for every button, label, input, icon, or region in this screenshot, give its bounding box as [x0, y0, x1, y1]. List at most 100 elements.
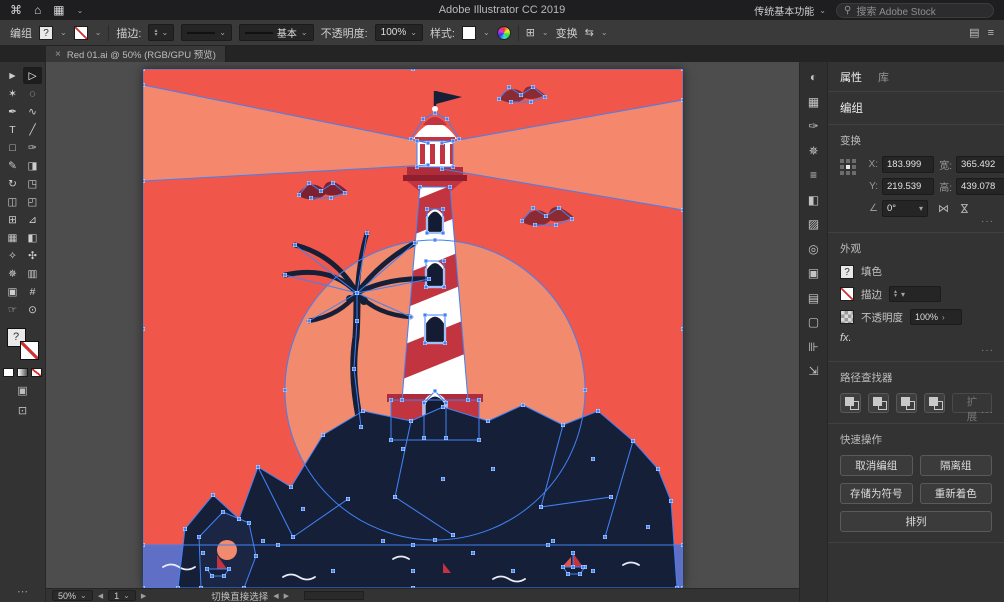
- tab-libraries[interactable]: 库: [878, 69, 889, 85]
- anchor-point[interactable]: [609, 495, 613, 499]
- brush-definition-dropdown[interactable]: 基本 ⌄: [239, 24, 314, 41]
- anchor-point[interactable]: [143, 69, 145, 71]
- anchor-point[interactable]: [596, 409, 600, 413]
- anchor-point[interactable]: [533, 223, 537, 227]
- anchor-point[interactable]: [321, 433, 325, 437]
- ungroup-button[interactable]: 取消编组: [840, 455, 913, 476]
- flip-horizontal-icon[interactable]: ⋈: [938, 202, 949, 215]
- anchor-point[interactable]: [477, 438, 481, 442]
- pencil-tool[interactable]: ✎: [3, 157, 22, 174]
- anchor-point[interactable]: [591, 457, 595, 461]
- anchor-point[interactable]: [631, 439, 635, 443]
- anchor-point[interactable]: [646, 525, 650, 529]
- anchor-point[interactable]: [571, 551, 575, 555]
- layers-panel-icon[interactable]: ▤: [808, 291, 819, 305]
- status-prev-icon[interactable]: ◀: [273, 592, 278, 600]
- align-grid-icon[interactable]: ⊞: [526, 26, 535, 39]
- symbol-sprayer-tool[interactable]: ✵: [3, 265, 22, 282]
- anchor-point[interactable]: [222, 574, 226, 578]
- status-next-icon[interactable]: ▶: [284, 592, 289, 600]
- anchor-point[interactable]: [457, 137, 461, 141]
- pathfinder-minus-front-button[interactable]: [868, 393, 889, 413]
- anchor-point[interactable]: [415, 139, 419, 143]
- anchor-point[interactable]: [551, 539, 555, 543]
- pathfinder-intersect-button[interactable]: [896, 393, 917, 413]
- width-field[interactable]: 365.492: [956, 156, 1004, 173]
- anchor-point[interactable]: [197, 535, 201, 539]
- align-panel-icon[interactable]: ⊪: [808, 340, 818, 354]
- anchor-point[interactable]: [283, 273, 287, 277]
- anchor-point[interactable]: [451, 165, 455, 169]
- pen-tool[interactable]: ✒: [3, 103, 22, 120]
- anchor-point[interactable]: [441, 231, 445, 235]
- next-artboard-icon[interactable]: ▶: [141, 592, 146, 600]
- anchor-point[interactable]: [511, 569, 515, 573]
- anchor-point[interactable]: [681, 543, 683, 547]
- pathfinder-exclude-button[interactable]: [924, 393, 945, 413]
- artboard[interactable]: [143, 69, 683, 588]
- anchor-point[interactable]: [425, 207, 429, 211]
- anchor-point[interactable]: [418, 185, 422, 189]
- shape-builder-tool[interactable]: ⊞: [3, 211, 22, 228]
- anchor-point[interactable]: [256, 465, 260, 469]
- anchor-point[interactable]: [393, 495, 397, 499]
- anchor-point[interactable]: [681, 69, 683, 71]
- distribute-icon[interactable]: ⇆: [585, 26, 594, 39]
- slice-tool[interactable]: #: [23, 283, 42, 300]
- anchor-point[interactable]: [543, 95, 547, 99]
- anchor-point[interactable]: [307, 319, 311, 323]
- flip-vertical-icon[interactable]: ⋈: [958, 203, 971, 214]
- anchor-point[interactable]: [143, 179, 145, 183]
- anchor-point[interactable]: [681, 208, 683, 212]
- anchor-point[interactable]: [143, 543, 145, 547]
- anchor-point[interactable]: [531, 85, 535, 89]
- appearance-fill-swatch[interactable]: ?: [840, 265, 854, 279]
- free-transform-tool[interactable]: ◰: [23, 193, 42, 210]
- rectangle-tool[interactable]: □: [3, 139, 22, 156]
- artboard-tool[interactable]: ▣: [3, 283, 22, 300]
- anchor-point[interactable]: [291, 535, 295, 539]
- anchor-point[interactable]: [355, 319, 359, 323]
- anchor-point[interactable]: [261, 539, 265, 543]
- anchor-point[interactable]: [409, 137, 413, 141]
- anchor-point[interactable]: [411, 69, 415, 71]
- stroke-weight-field[interactable]: ▴▾ ⌄: [148, 24, 174, 41]
- eyedropper-tool[interactable]: ✧: [3, 247, 22, 264]
- anchor-point[interactable]: [289, 485, 293, 489]
- anchor-point[interactable]: [297, 193, 301, 197]
- anchor-point[interactable]: [401, 447, 405, 451]
- gradient-button[interactable]: [17, 368, 28, 377]
- anchor-point[interactable]: [221, 510, 225, 514]
- anchor-point[interactable]: [497, 97, 501, 101]
- anchor-point[interactable]: [557, 206, 561, 210]
- recolor-artwork-icon[interactable]: [497, 26, 511, 40]
- scale-tool[interactable]: ◳: [23, 175, 42, 192]
- anchor-point[interactable]: [352, 367, 356, 371]
- document-tab[interactable]: × Red 01.ai @ 50% (RGB/GPU 预览): [46, 46, 226, 62]
- anchor-point[interactable]: [331, 181, 335, 185]
- width-profile-dropdown[interactable]: ⌄: [181, 24, 232, 41]
- eraser-tool[interactable]: ◨: [23, 157, 42, 174]
- anchor-point[interactable]: [361, 409, 365, 413]
- anchor-point[interactable]: [477, 398, 481, 402]
- anchor-point[interactable]: [591, 569, 595, 573]
- arrange-button[interactable]: 排列: [840, 511, 992, 532]
- pathfinder-more-options-icon[interactable]: ···: [981, 407, 994, 418]
- anchor-point[interactable]: [583, 388, 587, 392]
- anchor-point[interactable]: [415, 165, 419, 169]
- anchor-point[interactable]: [507, 85, 511, 89]
- rotate-tool[interactable]: ↻: [3, 175, 22, 192]
- anchor-point[interactable]: [561, 423, 565, 427]
- artboards-panel-icon[interactable]: ▢: [808, 315, 819, 329]
- gradient-tool[interactable]: ◧: [23, 229, 42, 246]
- anchor-point[interactable]: [329, 196, 333, 200]
- rotation-dropdown[interactable]: 0° ▾: [882, 200, 928, 217]
- anchor-point[interactable]: [433, 238, 437, 242]
- workspace-switcher[interactable]: 传统基本功能 ⌄: [754, 3, 826, 18]
- anchor-point[interactable]: [442, 259, 446, 263]
- anchor-point[interactable]: [521, 403, 525, 407]
- anchor-point[interactable]: [519, 93, 523, 97]
- anchor-point[interactable]: [183, 527, 187, 531]
- anchor-point[interactable]: [509, 100, 513, 104]
- anchor-point[interactable]: [491, 467, 495, 471]
